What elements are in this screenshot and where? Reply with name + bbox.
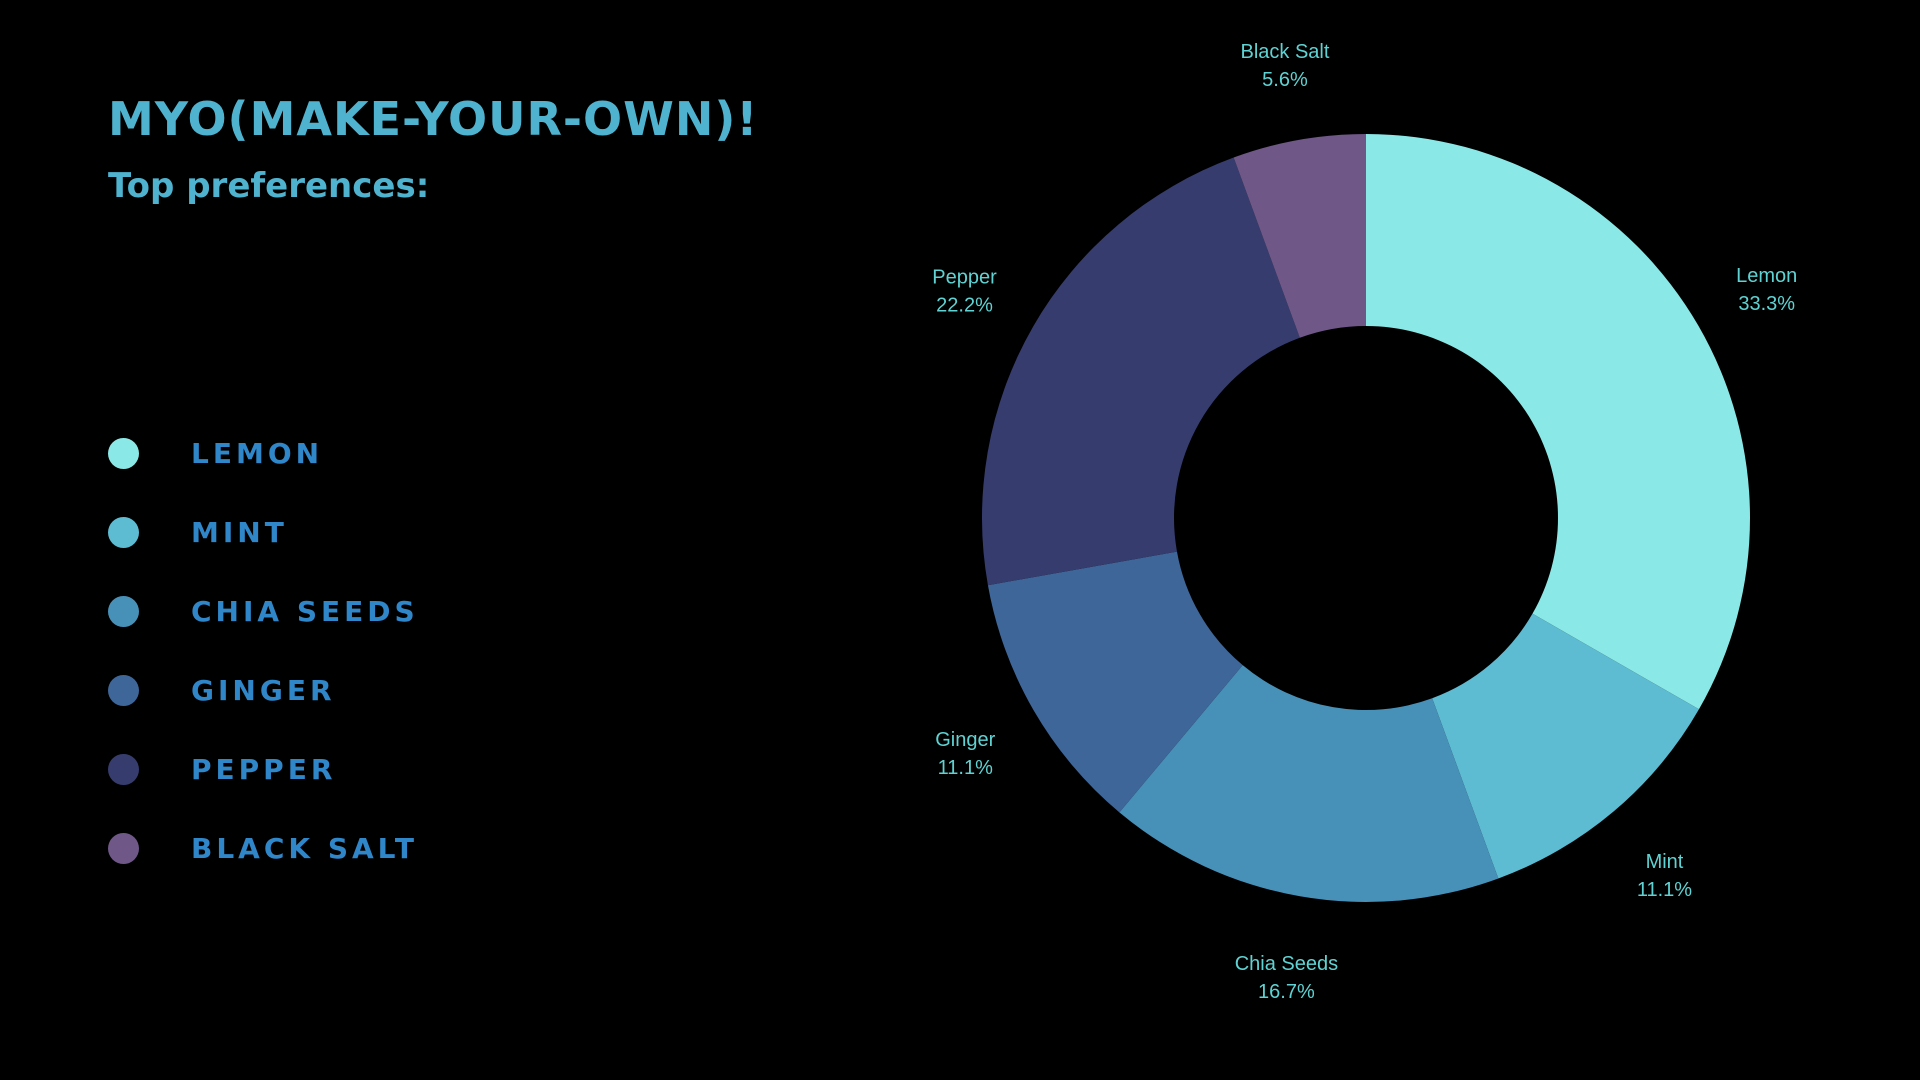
slice-lemon — [1366, 134, 1750, 710]
slice-value-black-salt: 5.6% — [1262, 69, 1308, 91]
slice-value-lemon: 33.3% — [1738, 293, 1795, 315]
slice-value-chia-seeds: 16.7% — [1258, 981, 1315, 1003]
slice-label-chia-seeds: Chia Seeds — [1235, 953, 1338, 975]
slice-label-ginger: Ginger — [935, 729, 995, 751]
slice-value-pepper: 22.2% — [936, 294, 993, 316]
chart-slide: MYO(MAKE-YOUR-OWN)! Top preferences: LEM… — [0, 0, 1920, 1080]
slice-label-black-salt: Black Salt — [1240, 41, 1329, 63]
slice-label-lemon: Lemon — [1736, 265, 1797, 287]
slice-pepper — [982, 157, 1300, 586]
slice-label-mint: Mint — [1646, 851, 1684, 873]
slice-label-pepper: Pepper — [932, 266, 997, 288]
slice-value-ginger: 11.1% — [938, 757, 993, 779]
slice-value-mint: 11.1% — [1637, 879, 1692, 901]
donut-chart: Lemon 33.3% Mint 11.1% Chia Seeds 16.7% Ginger… — [932, 41, 1797, 1003]
